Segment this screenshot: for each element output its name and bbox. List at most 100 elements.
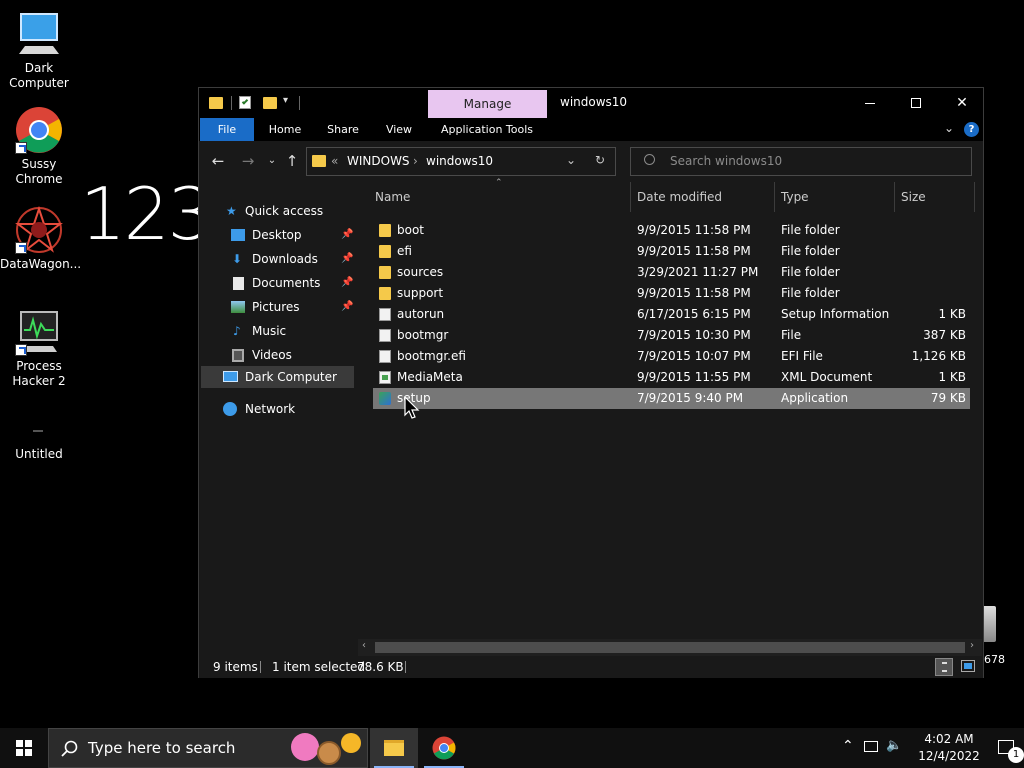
breadcrumb-windows[interactable]: WINDOWS: [347, 154, 410, 168]
table-row[interactable]: setup 7/9/2015 9:40 PM Application 79 KB: [373, 388, 970, 409]
back-button[interactable]: ←: [208, 151, 228, 171]
table-row[interactable]: bootmgr 7/9/2015 10:30 PM File 387 KB: [373, 325, 970, 346]
nav-this-pc[interactable]: Dark Computer: [223, 367, 353, 387]
desktop-icon-process-hacker[interactable]: Process Hacker 2: [0, 308, 78, 389]
help-icon[interactable]: ?: [964, 122, 979, 137]
minimize-button[interactable]: [847, 88, 893, 118]
column-header-date[interactable]: Date modified: [631, 182, 775, 212]
nav-desktop[interactable]: Desktop 📌: [231, 225, 355, 245]
file-date: 3/29/2021 11:27 PM: [637, 265, 759, 279]
breadcrumb-windows10[interactable]: windows10: [426, 154, 493, 168]
close-button[interactable]: ✕: [939, 88, 985, 118]
large-icons-view-button[interactable]: [961, 660, 975, 672]
column-header-type[interactable]: Type: [775, 182, 895, 212]
up-button[interactable]: ↑: [282, 151, 302, 171]
computer-icon: [223, 371, 238, 382]
desktop-icon-label: Process Hacker 2: [12, 359, 66, 388]
taskbar: Type here to search ⌃ 🔈 4:02 AM 12/4/202…: [0, 728, 1024, 768]
file-name: efi: [397, 244, 412, 258]
file-type: File folder: [781, 265, 840, 279]
scroll-right-icon[interactable]: ›: [970, 640, 974, 651]
table-row[interactable]: efi 9/9/2015 11:58 PM File folder: [373, 241, 970, 262]
expand-ribbon-icon[interactable]: ⌄: [944, 121, 954, 135]
table-row[interactable]: MediaMeta 9/9/2015 11:55 PM XML Document 1 …: [373, 367, 970, 388]
network-status-icon[interactable]: [864, 741, 878, 752]
document-icon: [233, 277, 244, 290]
taskbar-search-input[interactable]: Type here to search: [88, 739, 235, 757]
file-name: boot: [397, 223, 425, 237]
folder-icon: [379, 266, 391, 279]
chevron-down-icon[interactable]: ⌄: [566, 153, 576, 167]
tab-home[interactable]: Home: [261, 118, 309, 141]
address-bar[interactable]: « WINDOWS › windows10 ⌄ ↻: [306, 147, 616, 176]
desktop-icon-dark-computer[interactable]: Dark Computer: [0, 10, 78, 91]
refresh-icon[interactable]: ↻: [595, 153, 605, 167]
file-type: File: [781, 328, 802, 342]
folder-icon: [379, 287, 391, 300]
file-type: File folder: [781, 244, 840, 258]
recent-locations-button[interactable]: ⌄: [262, 151, 282, 171]
desktop-icon-untitled[interactable]: Untitled: [0, 420, 78, 462]
table-row[interactable]: support 9/9/2015 11:58 PM File folder: [373, 283, 970, 304]
video-icon: [232, 349, 244, 362]
table-row[interactable]: bootmgr.efi 7/9/2015 10:07 PM EFI File 1,12…: [373, 346, 970, 367]
file-size: 1 KB: [938, 370, 966, 384]
windows-logo-icon: [16, 740, 32, 756]
nav-pictures[interactable]: Pictures 📌: [231, 297, 355, 317]
address-overflow[interactable]: «: [331, 154, 338, 168]
file-type: EFI File: [781, 349, 823, 363]
taskbar-chrome[interactable]: [420, 728, 468, 768]
clock[interactable]: 4:02 AM 12/4/2022: [909, 731, 989, 765]
title-bar[interactable]: ▾ Manage windows10 ✕: [199, 88, 983, 118]
nav-music[interactable]: ♪ Music: [231, 321, 355, 341]
recycle-bin-icon[interactable]: [982, 606, 996, 642]
new-folder-icon[interactable]: [263, 97, 277, 109]
nav-videos[interactable]: Videos: [231, 345, 355, 365]
search-input[interactable]: Search windows10: [670, 154, 782, 168]
process-hacker-icon: [15, 308, 63, 356]
nav-network[interactable]: Network: [223, 399, 353, 419]
table-row[interactable]: autorun 6/17/2015 6:15 PM Setup Informatio…: [373, 304, 970, 325]
ribbon-tabs: File Home Share View Application Tools ⌄…: [199, 118, 983, 141]
tab-application-tools[interactable]: Application Tools: [432, 118, 542, 141]
desktop-icon-label: Dark Computer: [9, 61, 69, 90]
desktop-icon-datawagon[interactable]: DataWagon...: [0, 205, 81, 272]
properties-icon[interactable]: [239, 96, 251, 109]
volume-icon[interactable]: 🔈: [886, 738, 902, 753]
nav-label: Documents: [252, 276, 321, 290]
pin-icon: 📌: [341, 301, 354, 312]
desktop-icon-sussy-chrome[interactable]: Sussy Chrome: [0, 106, 78, 187]
search-box[interactable]: Search windows10: [630, 147, 972, 176]
tab-share[interactable]: Share: [319, 118, 367, 141]
taskbar-search-box[interactable]: Type here to search: [48, 728, 368, 768]
scroll-left-icon[interactable]: ‹: [362, 640, 366, 651]
file-icon: [379, 329, 391, 342]
maximize-icon: [911, 98, 921, 108]
folder-icon: [379, 224, 391, 237]
clock-date: 12/4/2022: [918, 749, 980, 763]
arrow-right-icon: →: [241, 152, 255, 170]
close-icon: ✕: [956, 95, 968, 111]
start-button[interactable]: [0, 728, 48, 768]
tab-view[interactable]: View: [375, 118, 423, 141]
nav-quick-access[interactable]: ★ Quick access: [223, 201, 353, 221]
nav-documents[interactable]: Documents 📌: [231, 273, 355, 293]
star-icon: ★: [226, 204, 237, 218]
forward-button[interactable]: →: [238, 151, 258, 171]
scrollbar-thumb[interactable]: [375, 642, 965, 653]
quick-access-toolbar: ▾: [209, 95, 309, 111]
table-row[interactable]: boot 9/9/2015 11:58 PM File folder: [373, 220, 970, 241]
tab-file[interactable]: File: [200, 118, 254, 141]
chrome-icon: [15, 106, 63, 154]
maximize-button[interactable]: [893, 88, 939, 118]
show-hidden-icons-button[interactable]: ⌃: [842, 738, 854, 754]
taskbar-file-explorer[interactable]: [370, 728, 418, 768]
nav-downloads[interactable]: ⬇ Downloads 📌: [231, 249, 355, 269]
chevron-down-icon[interactable]: ▾: [283, 95, 288, 106]
column-header-name[interactable]: Name: [369, 182, 631, 212]
horizontal-scrollbar[interactable]: ‹ ›: [358, 639, 982, 656]
table-row[interactable]: sources 3/29/2021 11:27 PM File folder: [373, 262, 970, 283]
tab-manage[interactable]: Manage: [428, 90, 547, 118]
column-header-size[interactable]: Size: [895, 182, 975, 212]
details-view-button[interactable]: [935, 658, 953, 676]
